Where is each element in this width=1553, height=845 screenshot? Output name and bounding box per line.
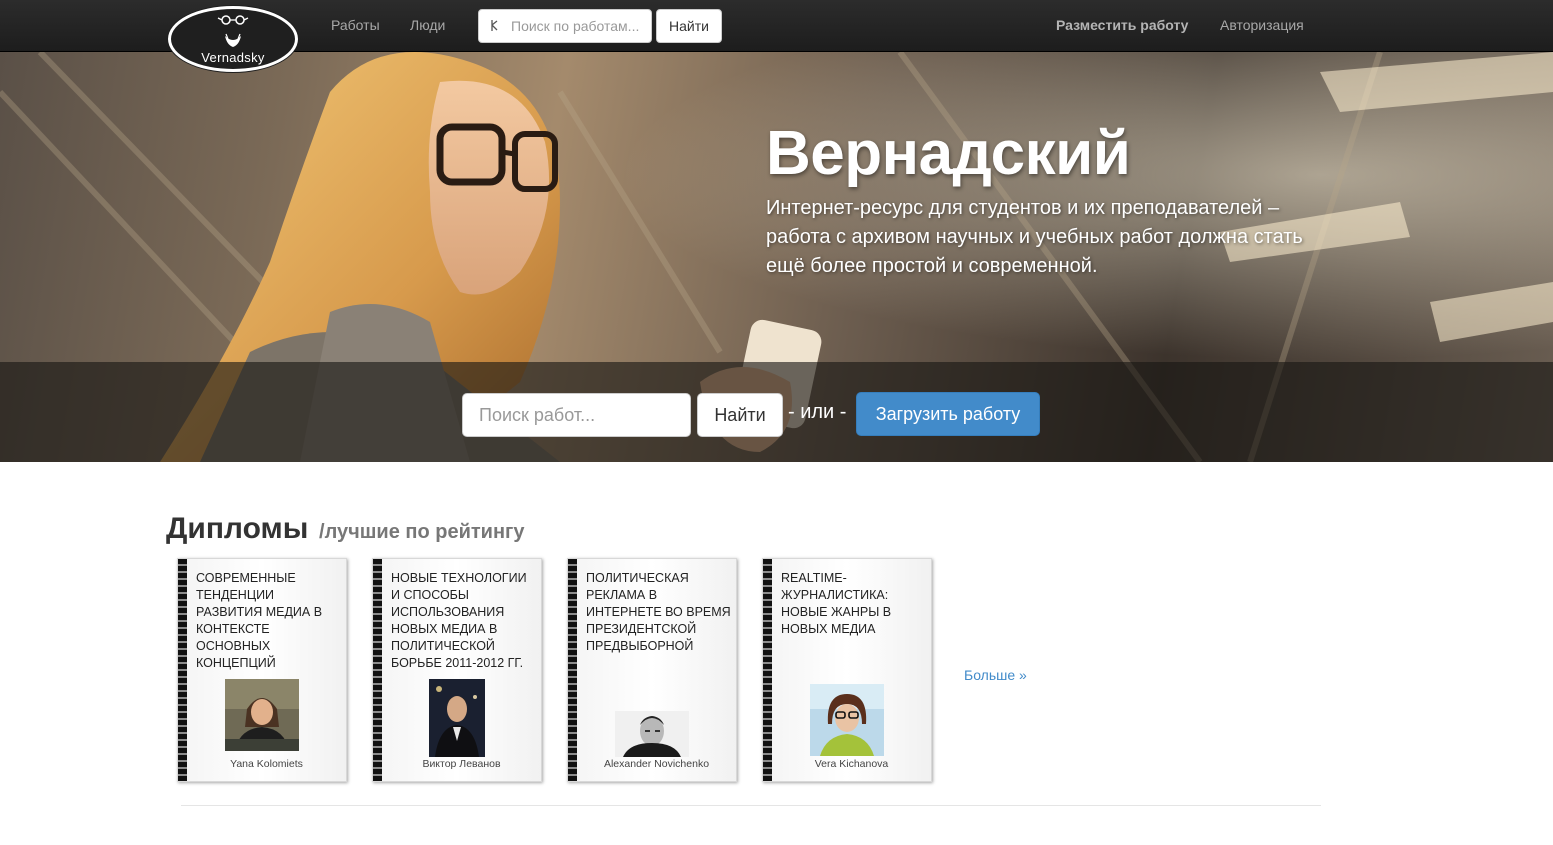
text-cursor-icon — [491, 20, 498, 31]
diploma-title: Новые технологии и способы использования… — [391, 571, 527, 670]
diploma-card[interactable]: Realtime-журналистика: новые жанры в нов… — [762, 558, 932, 782]
author-name: Yana Kolomiets — [230, 758, 303, 770]
diploma-title: Современные тенденции развития медиа в к… — [196, 571, 323, 670]
diploma-card[interactable]: Политическая реклама в интернете во врем… — [567, 558, 737, 782]
logo-text: Vernadsky — [201, 50, 265, 65]
site-logo[interactable]: Vernadsky — [168, 6, 298, 72]
nav-link-works[interactable]: Работы — [331, 17, 380, 33]
hero-or-separator: - или - — [788, 401, 847, 423]
author-avatar[interactable] — [429, 679, 485, 757]
upload-work-button[interactable]: Загрузить работу — [856, 392, 1040, 436]
author-avatar[interactable] — [810, 684, 884, 756]
nav-link-login[interactable]: Авторизация — [1220, 17, 1304, 33]
section-title: Дипломы — [166, 512, 309, 545]
section-subtitle: /лучшие по рейтингу — [319, 521, 525, 543]
binder-spine — [178, 559, 187, 781]
binder-spine — [568, 559, 577, 781]
hero-find-button[interactable]: Найти — [697, 393, 783, 437]
diploma-title: Realtime-журналистика: новые жанры в нов… — [781, 571, 892, 636]
diploma-card[interactable]: Новые технологии и способы использования… — [372, 558, 542, 782]
nav-link-post-work[interactable]: Разместить работу — [1056, 17, 1188, 33]
author-name: Alexander Novichenko — [603, 758, 710, 770]
author-name: Виктор Леванов — [422, 758, 501, 770]
more-link[interactable]: Больше » — [964, 667, 1027, 683]
binder-spine — [763, 559, 772, 781]
author-name: Vera Kichanova — [814, 758, 889, 770]
nav-search-box — [478, 9, 652, 43]
nav-link-people[interactable]: Люди — [410, 17, 445, 33]
hero-description: Интернет-ресурс для студентов и их препо… — [766, 197, 1303, 277]
author-avatar[interactable] — [225, 679, 299, 751]
diploma-card[interactable]: Современные тенденции развития медиа в к… — [177, 558, 347, 782]
hero-title: Вернадский — [766, 119, 1131, 188]
section-divider — [181, 805, 1321, 806]
nav-search-input[interactable] — [509, 10, 649, 42]
section-heading: Дипломы /лучшие по рейтингу — [166, 512, 525, 546]
diploma-title: Политическая реклама в интернете во врем… — [586, 571, 731, 653]
author-avatar[interactable] — [615, 711, 689, 757]
hero-search-input[interactable] — [462, 393, 691, 437]
hero-banner: Вернадский Интернет-ресурс для студентов… — [0, 52, 1553, 462]
nav-search-button[interactable]: Найти — [656, 9, 722, 43]
binder-spine — [373, 559, 382, 781]
